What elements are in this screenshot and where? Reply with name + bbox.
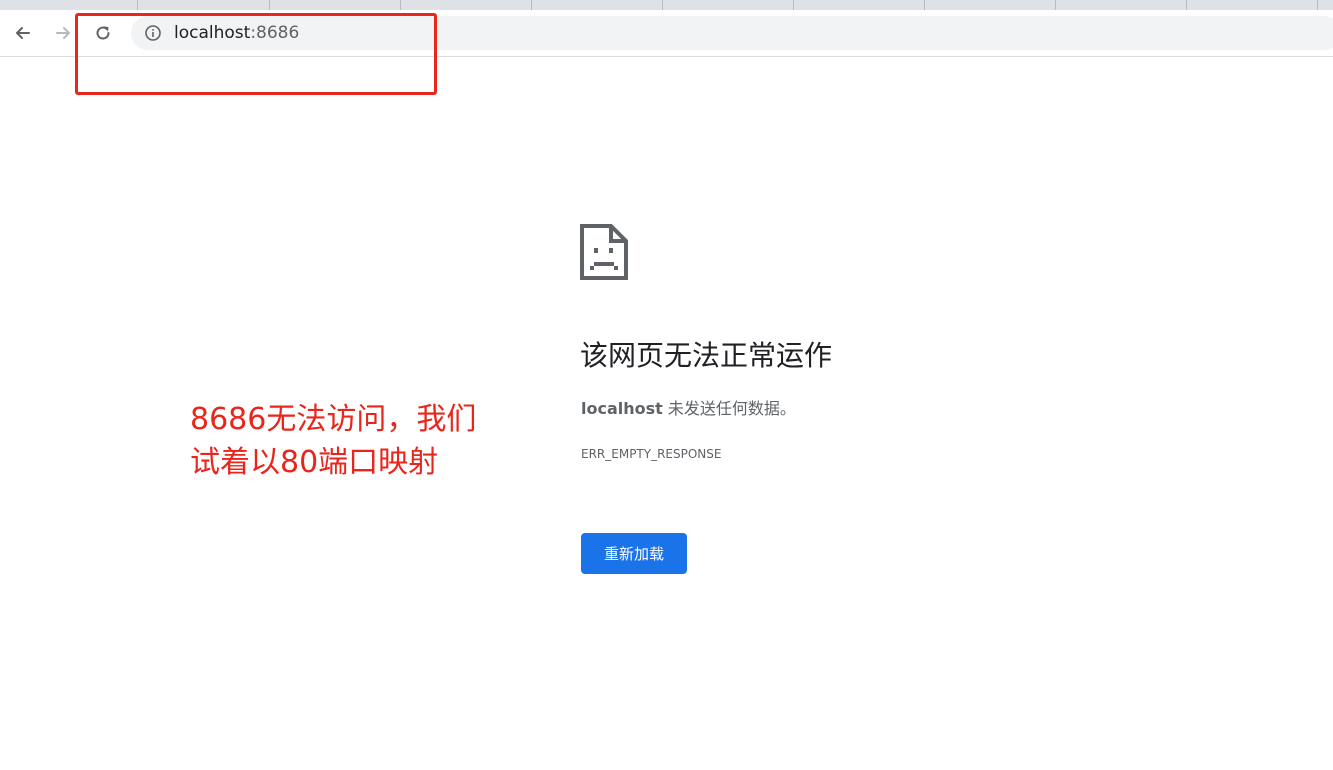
tab-divider <box>137 0 138 10</box>
arrow-right-icon <box>56 27 70 39</box>
tab-divider <box>1186 0 1187 10</box>
sad-document-icon <box>580 224 628 280</box>
tab-divider <box>269 0 270 10</box>
tab-divider <box>1055 0 1056 10</box>
error-description: localhost 未发送任何数据。 <box>581 398 796 420</box>
back-button[interactable] <box>8 18 38 48</box>
annotation-note-line1: 8686无法访问，我们 <box>190 402 477 437</box>
tab-divider <box>662 0 663 10</box>
tab-strip <box>0 0 1333 10</box>
annotation-note-line2: 试着以80端口映射 <box>190 445 439 480</box>
annotation-note: 8686无法访问，我们 试着以80端口映射 <box>190 398 520 484</box>
tab-divider <box>531 0 532 10</box>
annotation-highlight-box <box>75 13 437 95</box>
tab-divider <box>400 0 401 10</box>
reload-page-button[interactable]: 重新加载 <box>581 533 687 574</box>
tab-divider <box>1317 0 1318 10</box>
error-description-text: 未发送任何数据。 <box>662 399 796 418</box>
arrow-left-icon <box>16 27 30 39</box>
tab-divider <box>924 0 925 10</box>
error-code: ERR_EMPTY_RESPONSE <box>581 447 722 461</box>
tab-divider <box>793 0 794 10</box>
error-title: 该网页无法正常运作 <box>580 339 833 372</box>
forward-button[interactable] <box>48 18 78 48</box>
error-host: localhost <box>581 399 663 418</box>
